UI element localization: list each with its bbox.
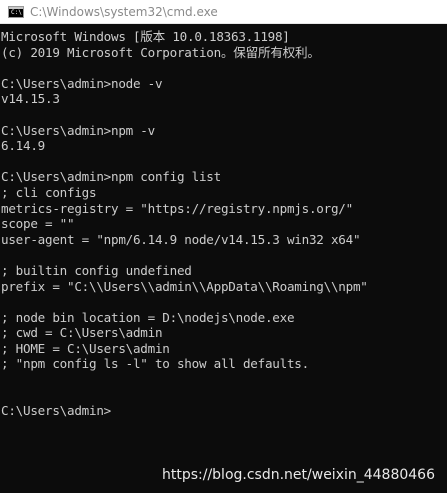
console-line: ; cwd = C:\Users\admin xyxy=(1,325,163,341)
console-line: ; HOME = C:\Users\admin xyxy=(1,340,170,356)
watermark: https://blog.csdn.net/weixin_44880466 xyxy=(161,467,435,483)
console-line: scope = "" xyxy=(1,216,75,232)
cmd-window: C:\ C:\Windows\system32\cmd.exe Microsof… xyxy=(0,0,447,493)
console-output[interactable]: Microsoft Windows [版本 10.0.18363.1198] (c… xyxy=(0,24,447,493)
console-line: prefix = "C:\\Users\\admin\\AppData\\Roa… xyxy=(1,278,368,294)
console-line: 6.14.9 xyxy=(1,138,45,154)
console-line: v14.15.3 xyxy=(1,91,60,107)
console-line: C:\Users\admin>npm config list xyxy=(1,169,221,185)
console-line: Microsoft Windows [版本 10.0.18363.1198] xyxy=(1,29,290,44)
console-line: C:\Users\admin>npm -v xyxy=(1,122,155,138)
console-line: (c) 2019 Microsoft Corporation。保留所有权利。 xyxy=(1,44,320,60)
window-title: C:\Windows\system32\cmd.exe xyxy=(30,4,218,19)
console-line: ; cli configs xyxy=(1,184,97,200)
console-line: C:\Users\admin> xyxy=(1,403,111,419)
cmd-window-icon[interactable]: C:\ xyxy=(8,5,24,18)
console-line: ; node bin location = D:\nodejs\node.exe xyxy=(1,309,295,325)
console-line: metrics-registry = "https://registry.npm… xyxy=(1,200,353,216)
console-line: ; builtin config undefined xyxy=(1,262,192,278)
cmd-icon-glyph: C:\ xyxy=(11,8,22,16)
title-bar[interactable]: C:\ C:\Windows\system32\cmd.exe xyxy=(0,0,447,24)
console-line: ; "npm config ls -l" to show all default… xyxy=(1,356,309,372)
console-line: C:\Users\admin>node -v xyxy=(1,75,163,91)
console-line: user-agent = "npm/6.14.9 node/v14.15.3 w… xyxy=(1,231,361,247)
